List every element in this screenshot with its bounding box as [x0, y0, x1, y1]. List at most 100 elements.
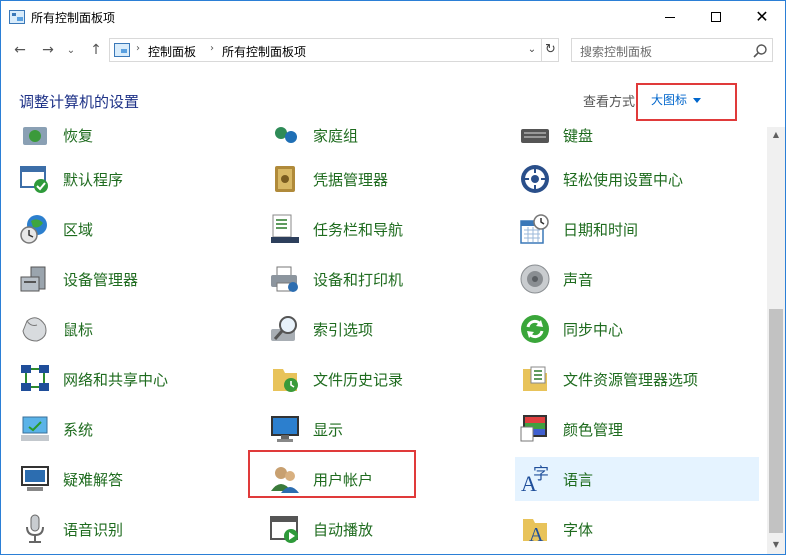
item-label: 文件历史记录	[313, 370, 404, 389]
display-icon	[271, 416, 299, 442]
item-label: 语音识别	[63, 520, 124, 539]
item-label: 区域	[63, 220, 94, 239]
svg-text:字: 字	[533, 464, 549, 483]
item-credential-manager[interactable]: 凭据管理器	[269, 157, 499, 201]
vertical-scrollbar[interactable]: ▲ ▼	[767, 127, 785, 554]
item-label: 默认程序	[63, 170, 124, 189]
up-button[interactable]: ↑	[85, 39, 107, 61]
item-label: 恢复	[63, 127, 94, 145]
item-sound[interactable]: 声音	[519, 257, 749, 301]
refresh-icon: ↻	[545, 42, 556, 57]
item-label: 自动播放	[313, 520, 374, 539]
file-history-icon	[273, 369, 298, 392]
homegroup-icon	[275, 127, 297, 143]
item-speech-recognition[interactable]: 语音识别	[19, 507, 249, 551]
color-management-icon	[520, 415, 547, 442]
search-input[interactable]: 搜索控制面板	[571, 38, 773, 62]
close-button[interactable]: ✕	[739, 1, 785, 33]
item-date-time[interactable]: 日期和时间	[519, 207, 749, 251]
devices-printers-icon	[271, 266, 298, 292]
highlight-user-accounts	[248, 450, 416, 498]
scroll-down-button[interactable]: ▼	[767, 537, 785, 553]
search-icon	[753, 44, 767, 58]
item-label: 字体	[563, 520, 594, 539]
item-homegroup[interactable]: 家庭组	[269, 127, 499, 157]
arrow-up-icon: ↑	[90, 42, 102, 58]
navigation-bar: ← → ⌄ ↑ › 控制面板 › 所有控制面板项 ⌄ ↻ 搜索控制面板	[1, 35, 785, 65]
breadcrumb-all-items[interactable]: 所有控制面板项	[222, 43, 306, 60]
item-label: 键盘	[563, 127, 594, 145]
forward-button[interactable]: →	[37, 39, 59, 61]
item-keyboard[interactable]: 键盘	[519, 127, 749, 157]
item-label: 索引选项	[313, 320, 374, 339]
refresh-button[interactable]: ↻	[541, 39, 559, 61]
item-default-programs[interactable]: 默认程序	[19, 157, 249, 201]
page-title: 调整计算机的设置	[19, 93, 140, 111]
control-panel-icon	[114, 43, 130, 57]
region-icon	[20, 215, 47, 244]
item-explorer-options[interactable]: 文件资源管理器选项	[519, 357, 749, 401]
item-taskbar[interactable]: 任务栏和导航	[269, 207, 499, 251]
network-icon	[21, 365, 49, 391]
indexing-icon	[271, 316, 297, 341]
item-mouse[interactable]: 鼠标	[19, 307, 249, 351]
mouse-icon	[22, 317, 47, 342]
item-label: 设备管理器	[63, 270, 139, 289]
recent-locations-button[interactable]: ⌄	[63, 39, 79, 61]
title-bar: 所有控制面板项 ✕	[1, 1, 785, 33]
address-bar[interactable]: › 控制面板 › 所有控制面板项 ⌄ ↻	[109, 38, 559, 62]
recovery-icon	[23, 127, 47, 145]
item-device-manager[interactable]: 设备管理器	[19, 257, 249, 301]
arrow-right-icon: →	[42, 42, 54, 58]
breadcrumb-control-panel[interactable]: 控制面板	[148, 43, 196, 60]
item-region[interactable]: 区域	[19, 207, 249, 251]
scroll-up-button[interactable]: ▲	[767, 127, 785, 143]
language-icon: A字	[521, 464, 549, 495]
autoplay-icon	[270, 516, 298, 543]
item-autoplay[interactable]: 自动播放	[269, 507, 499, 551]
item-label: 鼠标	[63, 320, 94, 339]
sync-center-icon	[521, 315, 549, 343]
item-label: 家庭组	[313, 127, 359, 145]
close-icon: ✕	[755, 7, 769, 26]
maximize-icon	[711, 12, 721, 22]
back-button[interactable]: ←	[9, 39, 31, 61]
item-label: 同步中心	[563, 320, 624, 339]
item-devices-printers[interactable]: 设备和打印机	[269, 257, 499, 301]
item-network-sharing[interactable]: 网络和共享中心	[19, 357, 249, 401]
item-label: 任务栏和导航	[313, 220, 404, 239]
item-recovery[interactable]: 恢复	[19, 127, 249, 157]
breadcrumb-separator-icon: ›	[210, 43, 214, 54]
item-label: 颜色管理	[563, 420, 624, 439]
item-sync-center[interactable]: 同步中心	[519, 307, 749, 351]
item-label: 文件资源管理器选项	[563, 370, 699, 389]
fonts-icon: A	[523, 519, 547, 545]
item-troubleshooting[interactable]: 疑难解答	[19, 457, 249, 501]
item-color-management[interactable]: 颜色管理	[519, 407, 749, 451]
scrollbar-thumb[interactable]	[769, 309, 783, 533]
item-language[interactable]: A字 语言	[515, 457, 759, 501]
item-label: 设备和打印机	[313, 270, 404, 289]
ease-of-access-icon	[521, 165, 549, 193]
search-placeholder: 搜索控制面板	[580, 45, 653, 59]
chevron-down-icon: ⌄	[66, 44, 76, 56]
item-file-history[interactable]: 文件历史记录	[269, 357, 499, 401]
minimize-button[interactable]	[647, 1, 693, 33]
item-ease-of-access[interactable]: 轻松使用设置中心	[519, 157, 749, 201]
chevron-down-icon: ⌄	[527, 44, 537, 55]
maximize-button[interactable]	[693, 1, 739, 33]
item-label: 日期和时间	[563, 220, 639, 239]
item-system[interactable]: 系统	[19, 407, 249, 451]
item-indexing[interactable]: 索引选项	[269, 307, 499, 351]
taskbar-icon	[271, 214, 299, 243]
breadcrumb-separator-icon: ›	[136, 43, 140, 54]
device-manager-icon	[20, 266, 46, 292]
item-label: 凭据管理器	[313, 170, 389, 189]
item-label: 轻松使用设置中心	[563, 170, 684, 189]
item-display[interactable]: 显示	[269, 407, 499, 451]
address-dropdown-button[interactable]: ⌄	[524, 41, 540, 59]
keyboard-icon	[521, 129, 549, 143]
item-fonts[interactable]: A 字体	[519, 507, 749, 551]
item-label: 显示	[313, 420, 344, 439]
minimize-icon	[665, 16, 675, 18]
